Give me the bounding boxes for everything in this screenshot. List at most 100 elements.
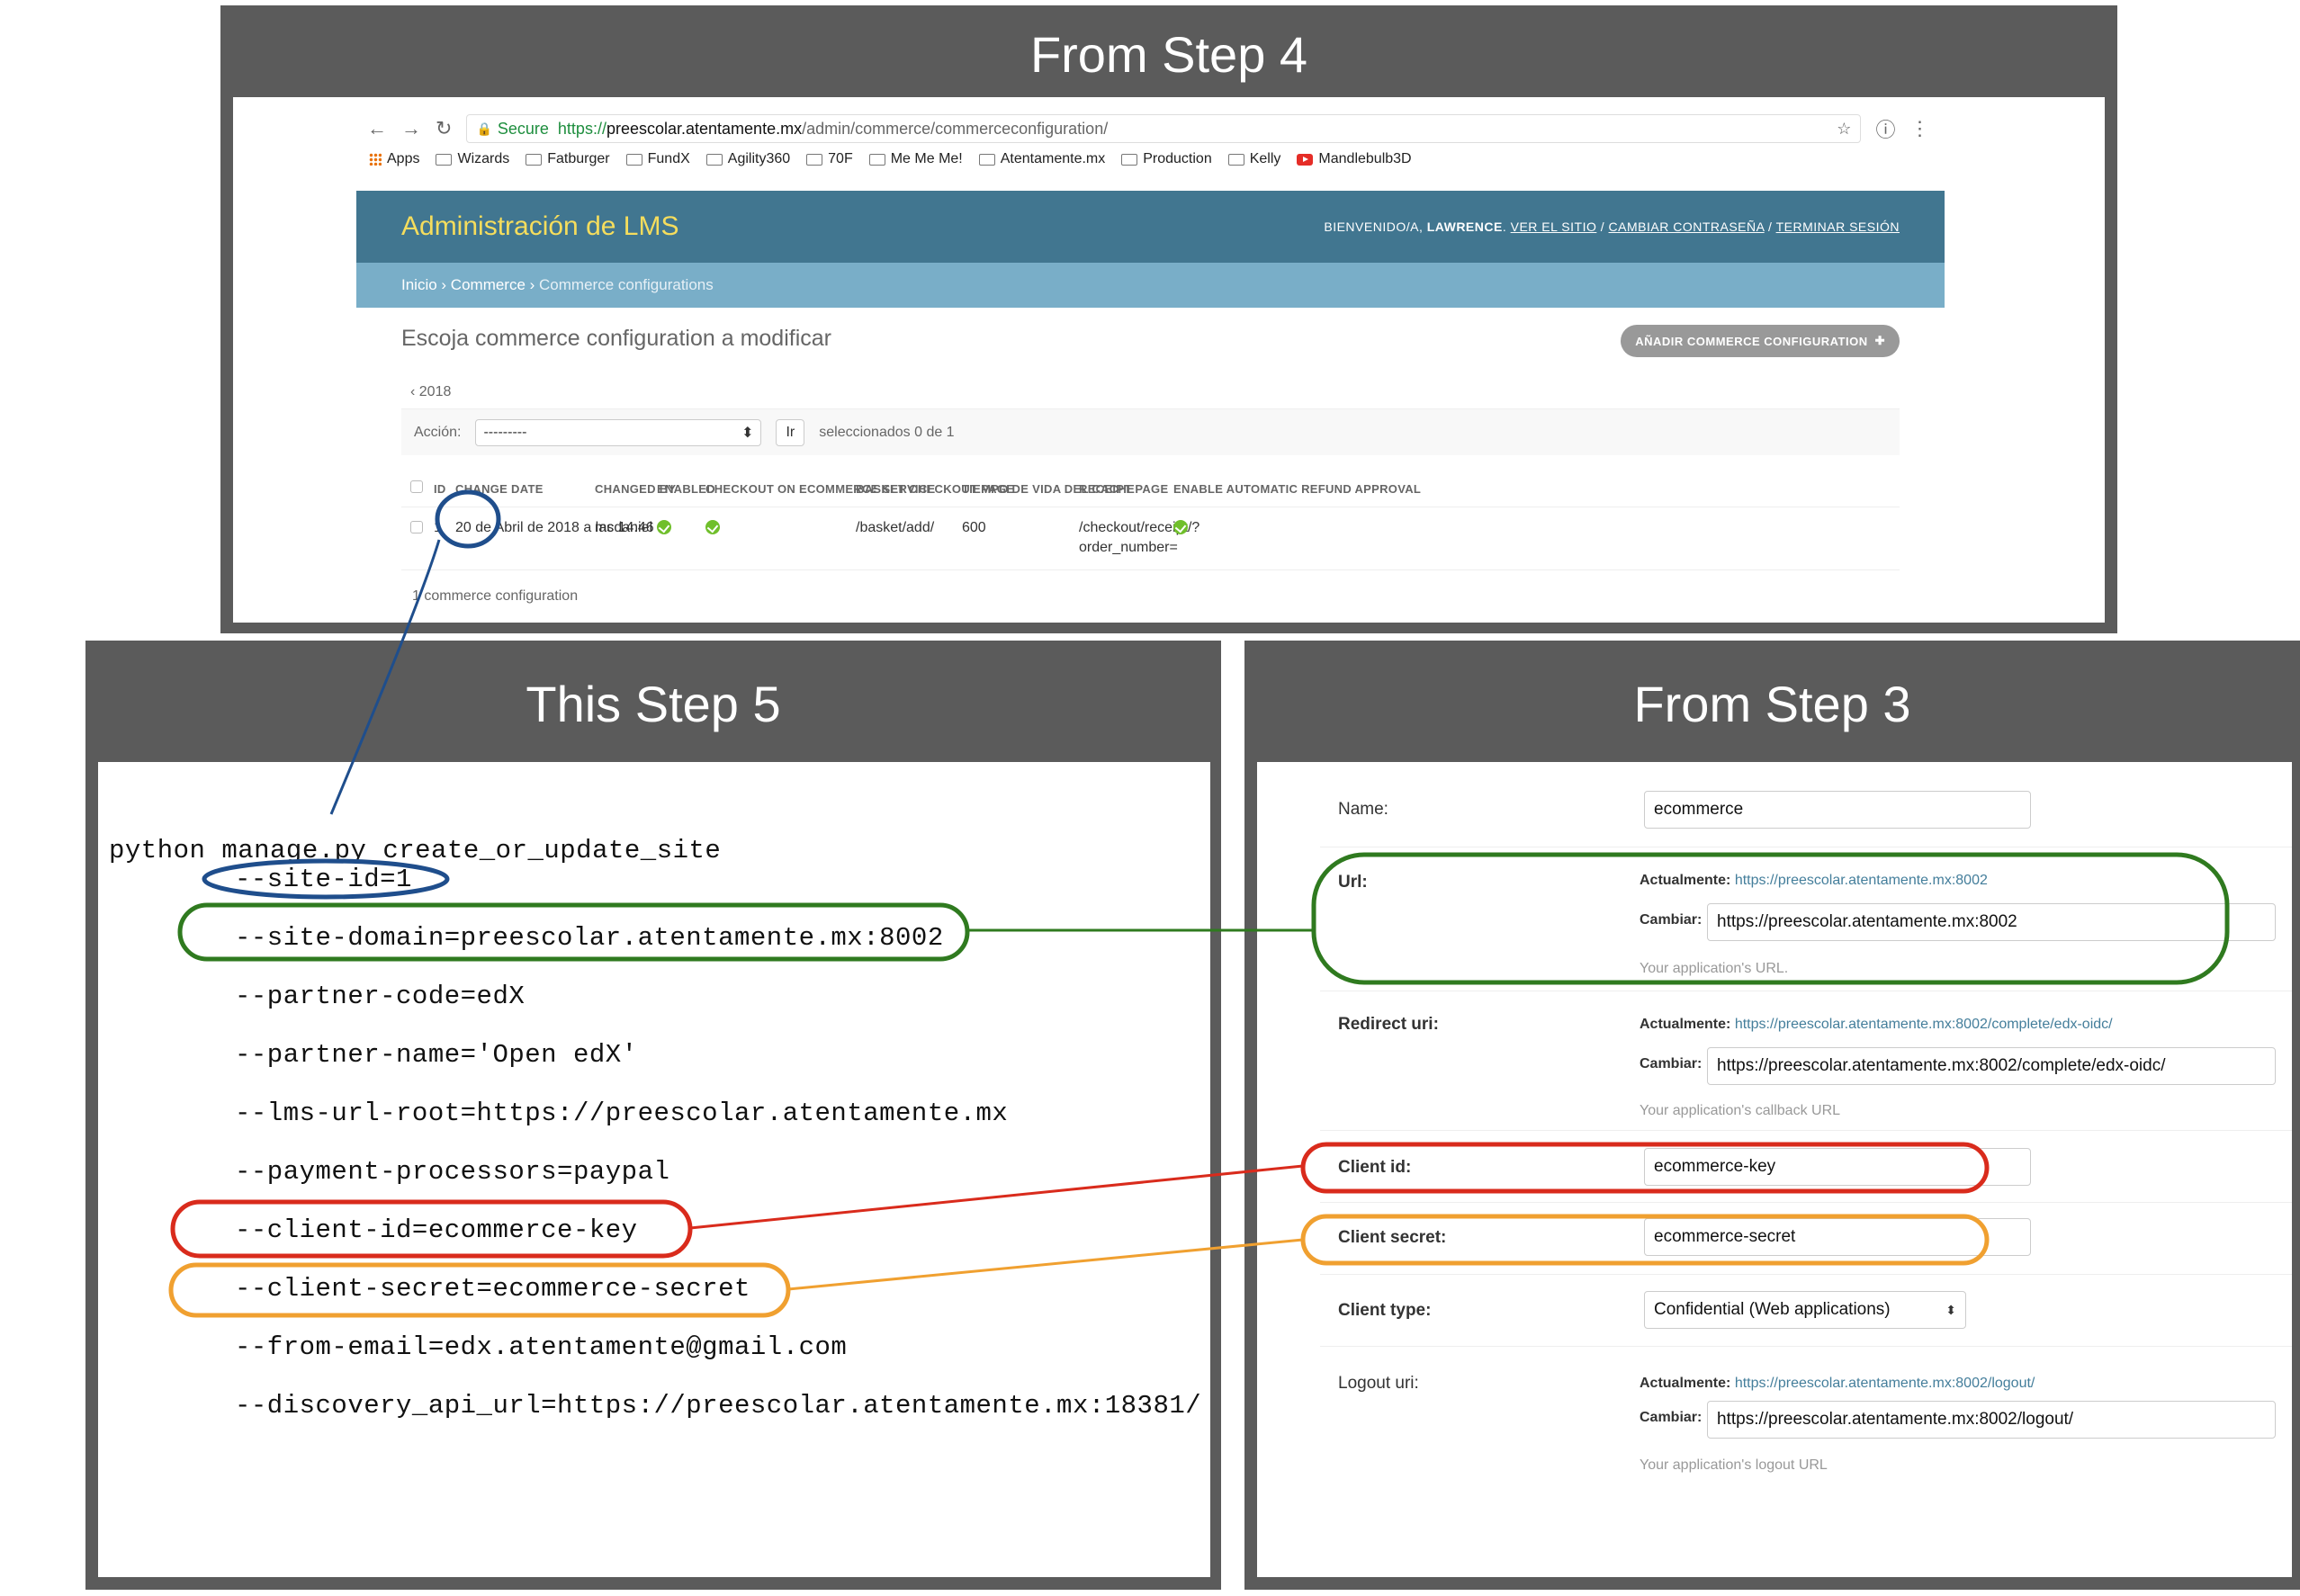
folder-icon <box>436 153 453 166</box>
bookmark-mandlebulb3d[interactable]: Mandlebulb3D <box>1297 151 1412 167</box>
url-path: /admin/commerce/commerceconfiguration/ <box>802 119 1109 138</box>
currently-label: Actualmente: <box>1640 1376 1731 1391</box>
selection-counter: seleccionados 0 de 1 <box>819 424 955 440</box>
bookmark-atentamente[interactable]: Atentamente.mx <box>978 151 1106 167</box>
client-id-label: Client id: <box>1338 1158 1412 1177</box>
step5-title: This Step 5 <box>526 676 781 732</box>
folder-icon <box>806 153 823 166</box>
site-branding[interactable]: Administración de LMS <box>401 211 678 242</box>
bookmark-star-icon[interactable]: ☆ <box>1837 120 1851 139</box>
redirect-current-link[interactable]: https://preescolar.atentamente.mx:8002/c… <box>1735 1017 2113 1032</box>
checkout-check-icon <box>705 520 720 541</box>
redirect-uri-input[interactable]: https://preescolar.atentamente.mx:8002/c… <box>1707 1047 2276 1085</box>
logout-link[interactable]: TERMINAR SESIÓN <box>1776 220 1900 234</box>
url-input[interactable]: https://preescolar.atentamente.mx:8002 <box>1707 903 2276 941</box>
view-site-link[interactable]: VER EL SITIO <box>1511 220 1597 234</box>
bookmark-fatburger[interactable]: Fatburger <box>526 151 610 167</box>
name-input[interactable]: ecommerce <box>1644 791 2031 829</box>
select-arrows-icon: ⬍ <box>741 425 754 441</box>
logout-currently: Actualmente: https://preescolar.atentame… <box>1640 1376 2035 1392</box>
folder-icon <box>978 153 995 166</box>
address-bar[interactable]: 🔒 Secure https://preescolar.atentamente.… <box>466 114 1862 143</box>
username: LAWRENCE <box>1426 220 1503 234</box>
bookmark-label: Fatburger <box>547 151 610 166</box>
bookmark-label: FundX <box>647 151 690 166</box>
reload-icon[interactable]: ↻ <box>436 117 452 140</box>
bookmark-label: Apps <box>387 151 420 166</box>
column-header[interactable]: RECEIPT PAGE <box>1079 482 1168 496</box>
client-id-row: Client id: ecommerce-key <box>1320 1131 2292 1203</box>
user-tools: BIENVENIDO/A, LAWRENCE. VER EL SITIO / C… <box>1324 220 1900 234</box>
logout-current-link[interactable]: https://preescolar.atentamente.mx:8002/l… <box>1735 1376 2035 1391</box>
bookmark-agility360[interactable]: Agility360 <box>705 151 790 167</box>
youtube-icon <box>1297 153 1314 166</box>
folder-icon <box>625 153 642 166</box>
actions-bar: Acción: --------- ⬍ Ir seleccionados 0 d… <box>401 408 1900 455</box>
redirect-uri-row: Redirect uri: Actualmente: https://prees… <box>1320 991 2292 1131</box>
name-label: Name: <box>1338 800 1388 819</box>
row-checkbox[interactable] <box>410 520 423 540</box>
column-header[interactable]: ENABLE AUTOMATIC REFUND APPROVAL <box>1173 482 1421 496</box>
column-header[interactable]: CHANGE DATE <box>455 482 544 496</box>
arg-lms-url-root: --lms-url-root=https://preescolar.atenta… <box>235 1098 1009 1128</box>
url-current-link[interactable]: https://preescolar.atentamente.mx:8002 <box>1735 873 1988 888</box>
folder-icon <box>1121 153 1138 166</box>
change-label: Cambiar: <box>1640 912 1703 928</box>
name-row: Name: ecommerce <box>1320 762 2292 847</box>
row-basket-page: /basket/add/ <box>856 520 935 535</box>
client-type-select[interactable]: Confidential (Web applications) ⬍ <box>1644 1291 1966 1329</box>
arg-site-domain: --site-domain=preescolar.atentamente.mx:… <box>235 923 944 953</box>
logout-uri-input[interactable]: https://preescolar.atentamente.mx:8002/l… <box>1707 1401 2276 1439</box>
folder-icon <box>705 153 723 166</box>
logout-help: Your application's logout URL <box>1640 1457 1828 1473</box>
forward-arrow-icon[interactable]: → <box>401 117 421 140</box>
bookmark-wizards[interactable]: Wizards <box>436 151 509 167</box>
bookmark-production[interactable]: Production <box>1121 151 1212 167</box>
refund-check-icon <box>1173 520 1188 541</box>
date-hierarchy-link[interactable]: ‹ 2018 <box>410 384 451 400</box>
redirect-help: Your application's callback URL <box>1640 1103 1841 1118</box>
menu-kebab-icon[interactable]: ⋮ <box>1909 117 1929 140</box>
breadcrumb-home[interactable]: Inicio <box>401 276 437 294</box>
logout-uri-row: Logout uri: Actualmente: https://preesco… <box>1320 1347 2292 1500</box>
logout-uri-label: Logout uri: <box>1338 1374 1419 1393</box>
redirect-currently: Actualmente: https://preescolar.atentame… <box>1640 1017 2113 1033</box>
redirect-uri-label: Redirect uri: <box>1338 1015 1439 1034</box>
go-button[interactable]: Ir <box>776 418 805 446</box>
bookmark-kelly[interactable]: Kelly <box>1227 151 1281 167</box>
bookmark-label: 70F <box>828 151 853 166</box>
action-select[interactable]: --------- ⬍ <box>475 418 762 446</box>
client-secret-input[interactable]: ecommerce-secret <box>1644 1218 2031 1256</box>
client-secret-row: Client secret: ecommerce-secret <box>1320 1203 2292 1275</box>
lock-icon: 🔒 <box>476 121 492 136</box>
bookmark-apps[interactable]: Apps <box>369 151 419 167</box>
client-secret-label: Client secret: <box>1338 1228 1447 1247</box>
currently-label: Actualmente: <box>1640 1017 1731 1032</box>
bookmark-fundx[interactable]: FundX <box>625 151 690 167</box>
info-icon[interactable]: ⓘ <box>1875 114 1895 143</box>
select-all-checkbox[interactable] <box>410 480 423 496</box>
add-button-label: AÑADIR COMMERCE CONFIGURATION <box>1635 334 1868 348</box>
action-select-value: --------- <box>483 424 527 440</box>
row-id-link[interactable]: 1 <box>434 518 442 538</box>
arg-client-id: --client-id=ecommerce-key <box>235 1215 638 1245</box>
client-type-row: Client type: Confidential (Web applicati… <box>1320 1275 2292 1347</box>
welcome-text: BIENVENIDO/A, <box>1324 220 1424 234</box>
arg-from-email: --from-email=edx.atentamente@gmail.com <box>235 1332 848 1362</box>
apps-grid-icon <box>369 153 382 166</box>
arg-client-secret: --client-secret=ecommerce-secret <box>235 1274 750 1304</box>
receipt-page-line2: order_number= <box>1079 540 1178 555</box>
breadcrumb-commerce[interactable]: Commerce <box>451 276 526 294</box>
bookmark-label: Atentamente.mx <box>1000 151 1106 166</box>
client-id-input[interactable]: ecommerce-key <box>1644 1148 2031 1186</box>
enabled-check-icon <box>657 520 671 541</box>
back-arrow-icon[interactable]: ← <box>367 117 387 140</box>
bookmark-70f[interactable]: 70F <box>806 151 853 167</box>
step4-screenshot: ← → ↻ 🔒 Secure https://preescolar.atenta… <box>233 97 2105 623</box>
bookmark-me-me-me[interactable]: Me Me Me! <box>868 151 963 167</box>
add-commerce-configuration-button[interactable]: AÑADIR COMMERCE CONFIGURATION ✚ <box>1621 325 1900 357</box>
url-label: Url: <box>1338 873 1368 892</box>
bookmark-label: Kelly <box>1249 151 1281 166</box>
column-header[interactable]: ID <box>434 482 446 496</box>
change-password-link[interactable]: CAMBIAR CONTRASEÑA <box>1609 220 1765 234</box>
